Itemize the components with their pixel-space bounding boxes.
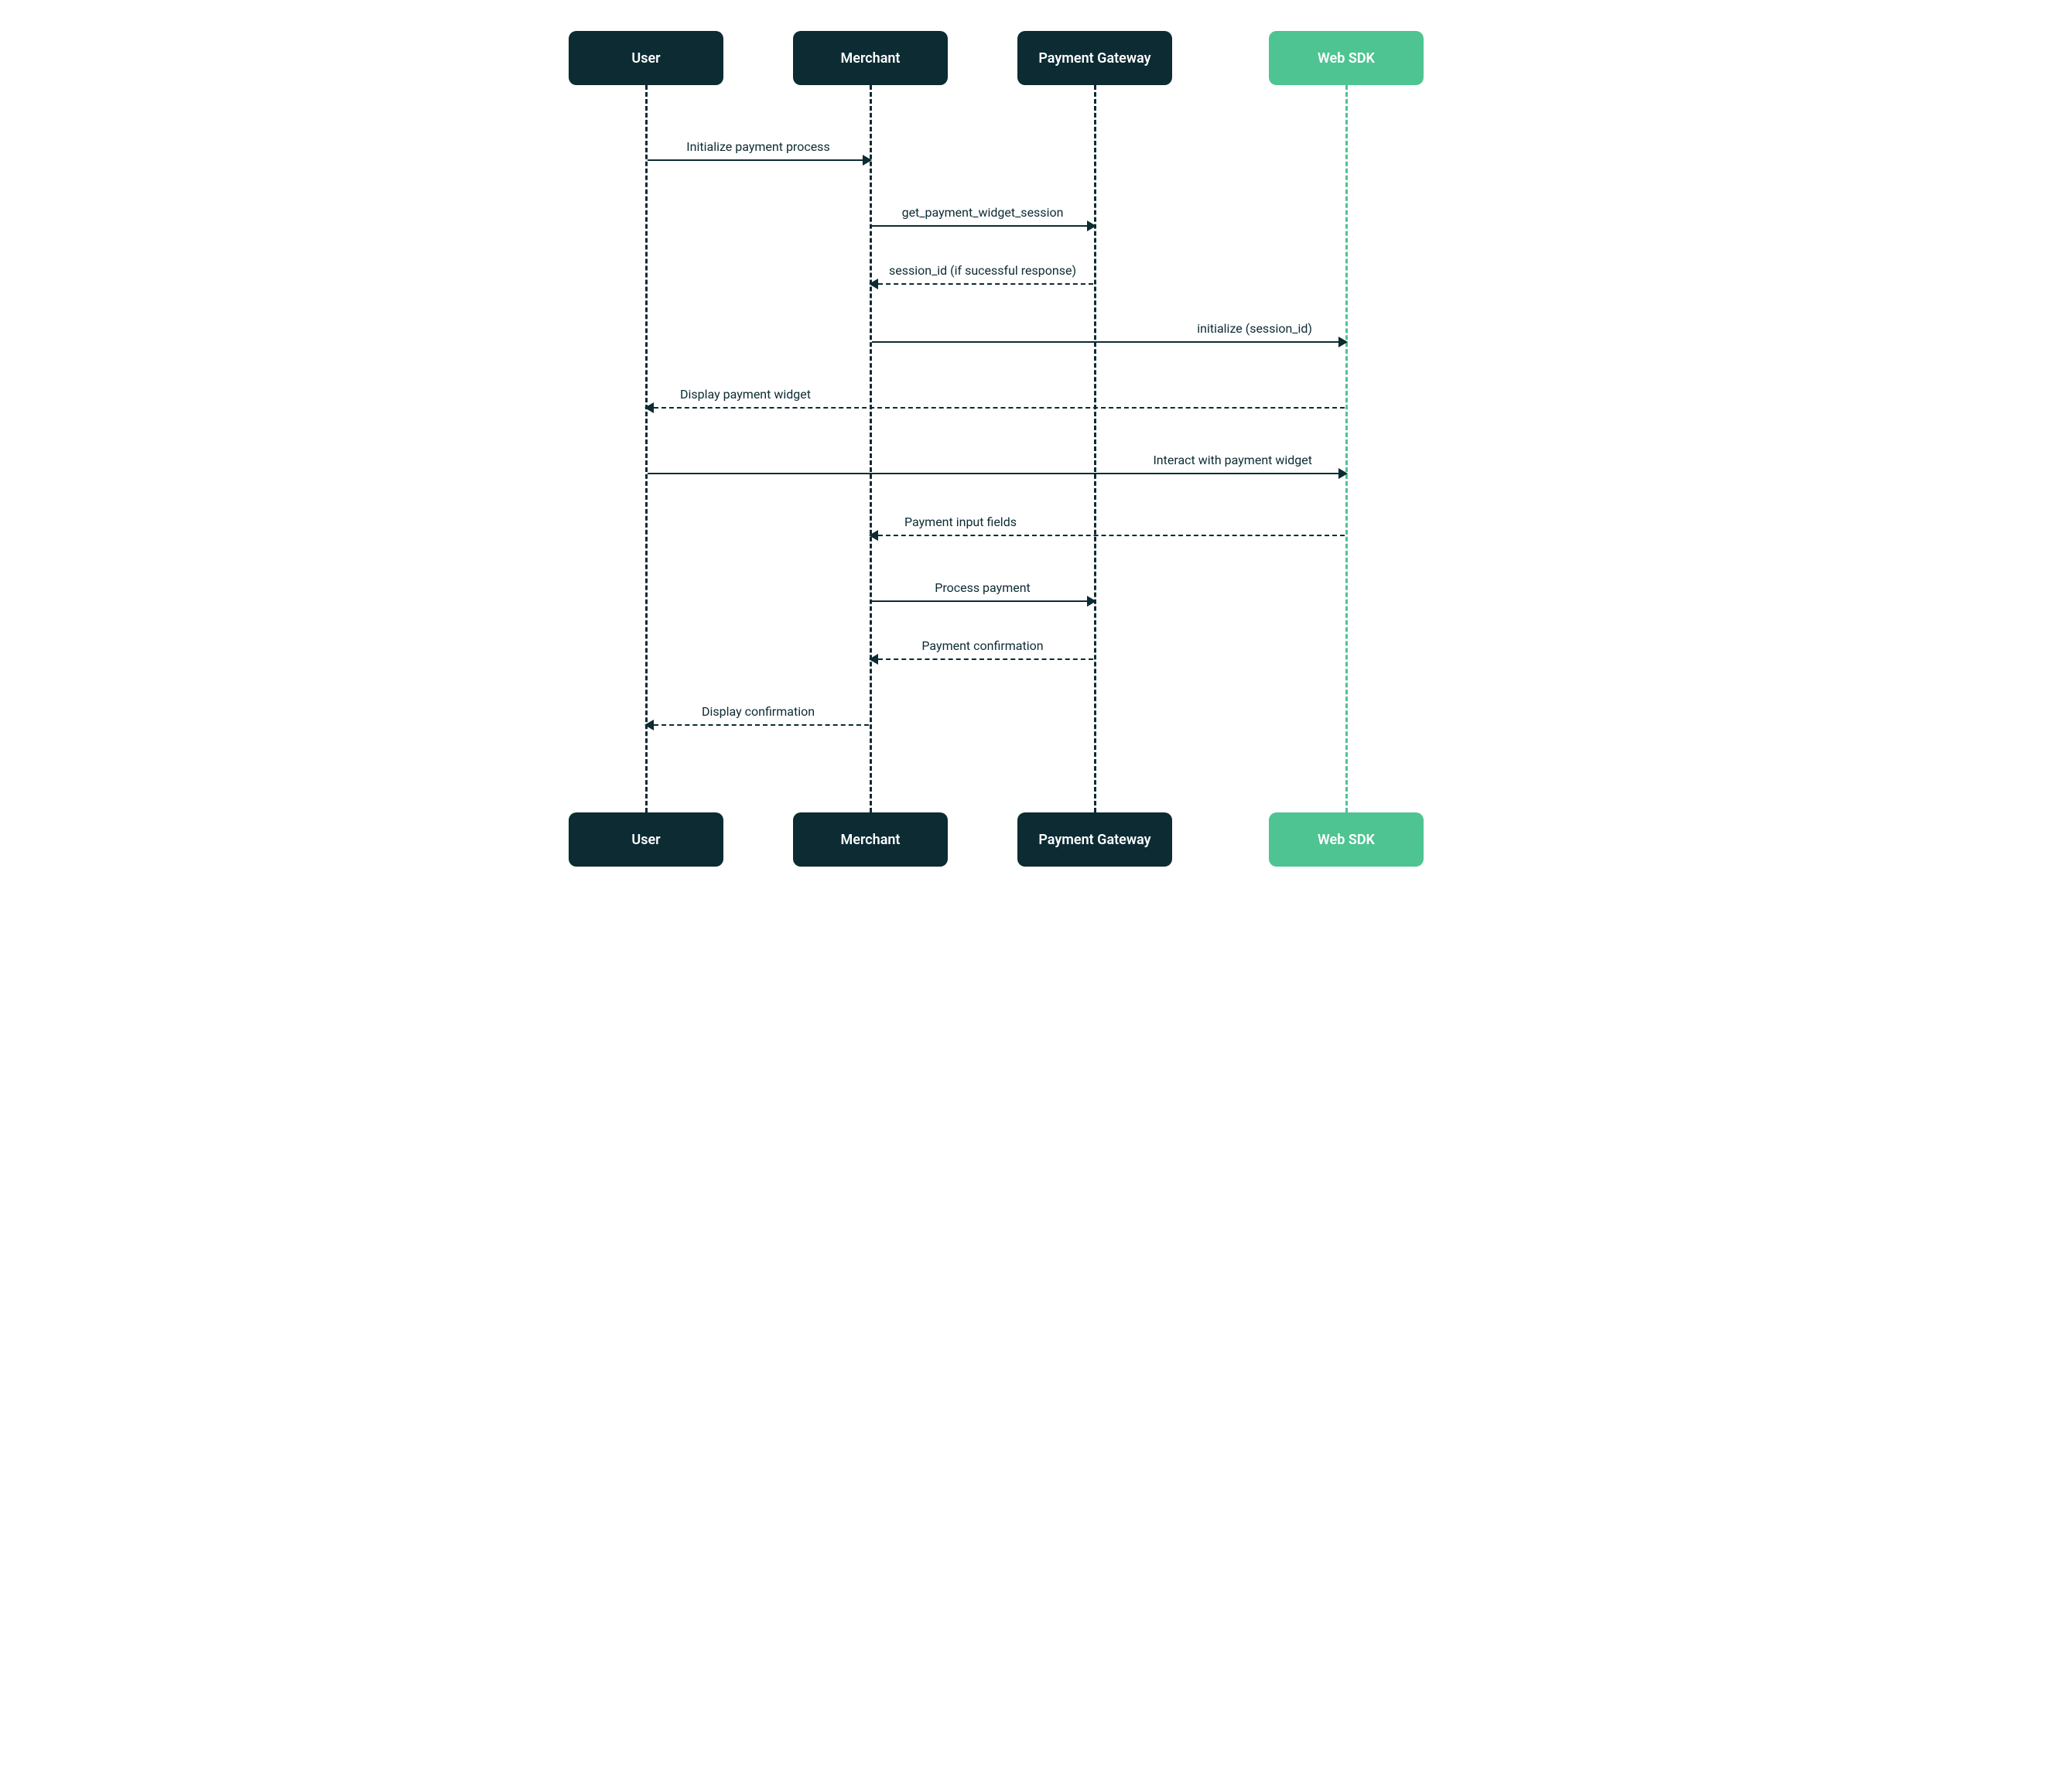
message-line (878, 658, 1093, 660)
message-label: Display payment widget (677, 387, 814, 402)
lifeline-gateway (1094, 85, 1096, 812)
message-0: Initialize payment process (646, 139, 870, 162)
message-line (872, 600, 1087, 602)
actor-gateway-bottom: Payment Gateway (1017, 812, 1172, 867)
message-line (654, 407, 1345, 409)
message-label: Interact with payment widget (1150, 453, 1315, 467)
arrowhead-icon (1087, 596, 1096, 607)
message-label: Payment input fields (901, 515, 1020, 529)
actor-label: User (631, 50, 660, 67)
message-line (878, 283, 1093, 285)
actor-label: Web SDK (1318, 832, 1375, 848)
lifeline-user (645, 85, 648, 812)
message-line (654, 724, 869, 726)
arrowhead-icon (869, 530, 878, 541)
actor-user-bottom: User (569, 812, 723, 867)
message-2: session_id (if sucessful response) (870, 263, 1095, 286)
actor-label: User (631, 832, 660, 848)
actor-sdk-top: Web SDK (1269, 31, 1424, 85)
arrowhead-icon (863, 155, 872, 166)
message-line (878, 535, 1345, 536)
arrowhead-icon (644, 402, 654, 413)
message-label: Initialize payment process (683, 139, 832, 154)
actor-merchant-top: Merchant (793, 31, 948, 85)
arrowhead-icon (869, 654, 878, 665)
message-line (648, 473, 1338, 474)
actor-label: Web SDK (1318, 50, 1375, 67)
arrowhead-icon (869, 279, 878, 289)
actor-merchant-bottom: Merchant (793, 812, 948, 867)
message-5: Interact with payment widget (646, 453, 1346, 476)
actor-label: Merchant (841, 832, 901, 848)
arrowhead-icon (1087, 221, 1096, 231)
message-4: Display payment widget (646, 387, 1346, 410)
actor-label: Merchant (841, 50, 901, 67)
message-line (872, 225, 1087, 227)
arrowhead-icon (1338, 468, 1348, 479)
actor-sdk-bottom: Web SDK (1269, 812, 1424, 867)
message-line (648, 159, 863, 161)
message-line (872, 341, 1338, 343)
message-label: get_payment_widget_session (899, 205, 1067, 220)
actor-label: Payment Gateway (1038, 832, 1150, 848)
actor-gateway-top: Payment Gateway (1017, 31, 1172, 85)
sequence-diagram: User Merchant Payment Gateway Web SDK User Me… (545, 31, 1513, 874)
actor-user-top: User (569, 31, 723, 85)
lifeline-sdk (1345, 85, 1348, 812)
message-label: Display confirmation (699, 704, 818, 719)
message-6: Payment input fields (870, 515, 1346, 538)
actor-label: Payment Gateway (1038, 50, 1150, 67)
message-3: initialize (session_id) (870, 321, 1346, 344)
message-9: Display confirmation (646, 704, 870, 727)
message-label: session_id (if sucessful response) (886, 263, 1079, 278)
arrowhead-icon (644, 720, 654, 730)
arrowhead-icon (1338, 337, 1348, 347)
message-8: Payment confirmation (870, 638, 1095, 662)
message-7: Process payment (870, 580, 1095, 604)
message-label: Payment confirmation (918, 638, 1046, 653)
lifeline-merchant (870, 85, 872, 812)
message-label: initialize (session_id) (1194, 321, 1315, 336)
message-label: Process payment (932, 580, 1034, 595)
message-1: get_payment_widget_session (870, 205, 1095, 228)
